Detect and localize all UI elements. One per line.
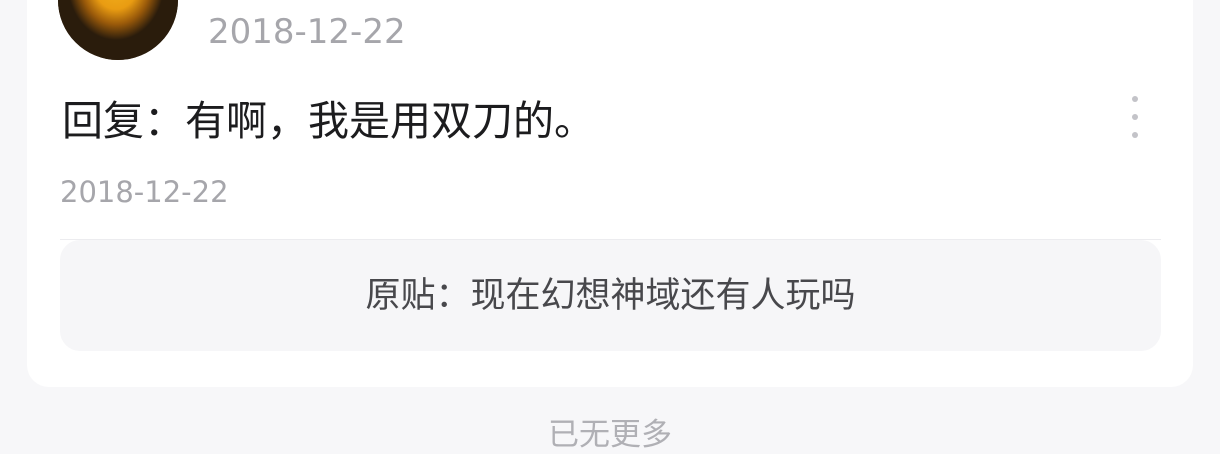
avatar-image bbox=[58, 0, 178, 60]
original-post-title: 原贴：现在幻想神域还有人玩吗 bbox=[365, 275, 856, 316]
original-post-link[interactable]: 原贴：现在幻想神域还有人玩吗 bbox=[60, 240, 1161, 351]
end-of-list-label: 已无更多 bbox=[548, 417, 672, 453]
avatar[interactable] bbox=[58, 0, 178, 60]
header-timestamp: 2018-12-22 bbox=[208, 12, 406, 52]
more-options-button[interactable] bbox=[1120, 94, 1150, 140]
reply-content[interactable]: 回复：有啊，我是用双刀的。 bbox=[62, 95, 595, 147]
reply-timestamp: 2018-12-22 bbox=[60, 175, 229, 209]
more-vertical-icon bbox=[1132, 96, 1138, 102]
